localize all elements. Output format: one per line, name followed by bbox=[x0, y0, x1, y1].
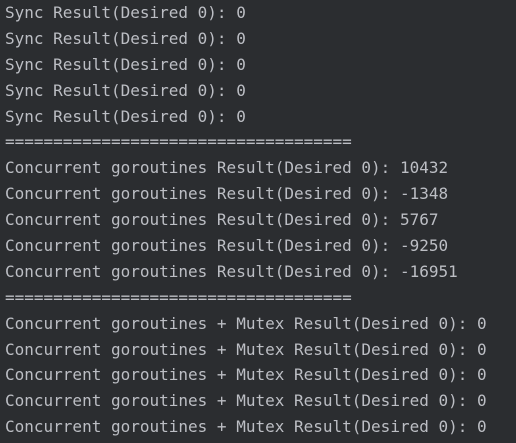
output-line-sync-1: Sync Result(Desired 0): 0 bbox=[5, 3, 246, 22]
console-output: Sync Result(Desired 0): 0 Sync Result(De… bbox=[0, 0, 516, 443]
output-line-concurrent-5: Concurrent goroutines Result(Desired 0):… bbox=[5, 261, 458, 281]
output-line-sync-2: Sync Result(Desired 0): 0 bbox=[5, 28, 246, 48]
output-line-mutex-2: Concurrent goroutines + Mutex Result(Des… bbox=[5, 339, 487, 359]
output-line-sync-4: Sync Result(Desired 0): 0 bbox=[5, 80, 246, 100]
separator-line-2: ==================================== bbox=[5, 287, 352, 307]
output-line-sync-5: Sync Result(Desired 0): 0 bbox=[5, 106, 246, 126]
output-line-mutex-3: Concurrent goroutines + Mutex Result(Des… bbox=[5, 365, 487, 385]
output-line-mutex-1: Concurrent goroutines + Mutex Result(Des… bbox=[5, 313, 487, 333]
output-line-concurrent-2: Concurrent goroutines Result(Desired 0):… bbox=[5, 184, 449, 204]
output-line-mutex-5: Concurrent goroutines + Mutex Result(Des… bbox=[5, 417, 487, 437]
output-line-concurrent-1: Concurrent goroutines Result(Desired 0):… bbox=[5, 158, 449, 178]
output-line-concurrent-4: Concurrent goroutines Result(Desired 0):… bbox=[5, 236, 449, 256]
output-line-concurrent-3: Concurrent goroutines Result(Desired 0):… bbox=[5, 210, 439, 230]
output-line-mutex-4: Concurrent goroutines + Mutex Result(Des… bbox=[5, 391, 487, 411]
output-line-sync-3: Sync Result(Desired 0): 0 bbox=[5, 54, 246, 74]
separator-line-1: ==================================== bbox=[5, 132, 352, 152]
